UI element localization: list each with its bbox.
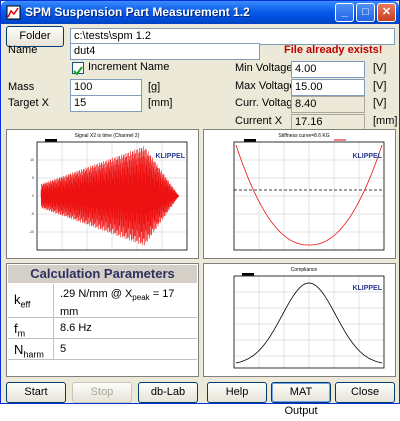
stiffness-chart-title: Stiffness curve=8.6 KG — [278, 133, 329, 139]
keff-value: .29 N/mm @ Xpeak = 17 mm — [60, 288, 175, 319]
keff-symbol: keff — [14, 292, 31, 310]
compliance-chart-title: Compliance — [291, 267, 318, 273]
help-button[interactable]: Help — [207, 382, 267, 403]
compliance-chart: Compliance KLIPPEL — [204, 264, 395, 376]
signal-legend-marker — [45, 139, 57, 142]
calc-row-fm: fm 8.6 Hz — [8, 318, 197, 339]
curr-voltage-unit: [V] — [373, 97, 387, 109]
minimize-button[interactable]: _ — [335, 3, 354, 22]
svg-text:10: 10 — [30, 158, 34, 162]
nharm-value: 5 — [60, 343, 67, 355]
calculation-parameters-title: Calculation Parameters — [8, 265, 197, 283]
app-icon — [6, 5, 21, 20]
svg-text:-10: -10 — [29, 230, 34, 234]
target-x-field[interactable]: 15 — [70, 95, 142, 112]
calculation-parameters-panel: Calculation Parameters keff .29 N/mm @ X… — [6, 263, 199, 377]
compliance-klippel-logo: KLIPPEL — [352, 285, 382, 292]
min-voltage-label: Min Voltage — [235, 62, 293, 74]
signal-chart: Signal X2 is time (Channel 2) 10 5 0 -5 -10… — [7, 130, 198, 258]
min-voltage-unit: [V] — [373, 62, 387, 74]
stiffness-chart-panel: Stiffness curve=8.6 KG KLIPPEL — [203, 129, 396, 259]
signal-chart-title: Signal X2 is time (Channel 2) — [75, 133, 140, 139]
min-voltage-field[interactable]: 4.00 — [291, 61, 365, 78]
signal-chart-panel: Signal X2 is time (Channel 2) 10 5 0 -5 -10… — [6, 129, 199, 259]
target-x-unit: [mm] — [148, 97, 173, 109]
window-title: SPM Suspension Part Measurement 1.2 — [25, 5, 250, 19]
compliance-legend-marker — [242, 273, 254, 276]
fm-symbol: fm — [14, 321, 26, 339]
stiffness-chart: Stiffness curve=8.6 KG KLIPPEL — [204, 130, 395, 258]
max-voltage-label: Max Voltage — [235, 80, 296, 92]
curr-voltage-label: Curr. Voltage — [235, 97, 299, 109]
mat-output-button[interactable]: MAT Output — [271, 382, 331, 417]
app-window: SPM Suspension Part Measurement 1.2 _ □ … — [0, 0, 400, 417]
curr-voltage-field: 8.40 — [291, 96, 365, 113]
stiffness-klippel-logo: KLIPPEL — [352, 153, 382, 160]
target-x-label: Target X — [8, 97, 49, 109]
name-field[interactable]: dut4 — [70, 43, 260, 60]
max-voltage-unit: [V] — [373, 80, 387, 92]
current-x-label: Current X — [235, 115, 283, 127]
title-bar[interactable]: SPM Suspension Part Measurement 1.2 _ □ … — [1, 1, 399, 24]
mass-unit: [g] — [148, 81, 161, 93]
fm-value: 8.6 Hz — [60, 322, 92, 334]
close-window-button[interactable]: ✕ — [377, 3, 396, 22]
svg-text:5: 5 — [32, 176, 34, 180]
mass-field[interactable]: 100 — [70, 79, 142, 96]
current-x-unit: [mm] — [373, 115, 398, 127]
file-exists-warning: File already exists! — [284, 44, 383, 56]
increment-name-label: Increment Name — [88, 61, 170, 73]
max-voltage-field[interactable]: 15.00 — [291, 79, 365, 96]
close-button[interactable]: Close — [335, 382, 395, 403]
start-button[interactable]: Start — [6, 382, 66, 403]
svg-text:-5: -5 — [31, 212, 34, 216]
nharm-symbol: Nharm — [14, 342, 44, 360]
stop-button[interactable]: Stop — [72, 382, 132, 403]
svg-text:0: 0 — [32, 194, 34, 198]
compliance-chart-panel: Compliance KLIPPEL — [203, 263, 396, 377]
checkmark-icon — [73, 66, 83, 76]
name-label: Name — [8, 44, 38, 56]
signal-klippel-logo: KLIPPEL — [155, 153, 185, 160]
db-lab-button[interactable]: db-Lab — [138, 382, 198, 403]
calc-row-keff: keff .29 N/mm @ Xpeak = 17 mm — [8, 284, 197, 318]
mass-label: Mass — [8, 81, 35, 93]
calc-row-nharm: Nharm 5 — [8, 339, 197, 360]
maximize-button[interactable]: □ — [356, 3, 375, 22]
increment-name-checkbox[interactable] — [72, 62, 84, 76]
stiffness-legend-marker-1 — [244, 139, 256, 142]
